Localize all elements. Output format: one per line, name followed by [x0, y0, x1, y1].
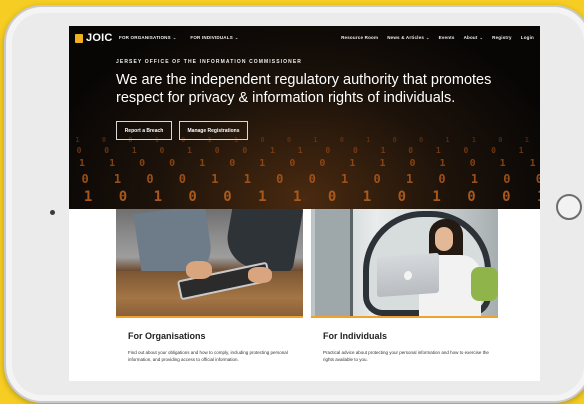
nav-item-for-individuals[interactable]: FOR INDIVIDUALS ⌄	[190, 35, 238, 40]
logo-text: JOIC	[86, 32, 113, 44]
hero-headline: We are the independent regulatory author…	[116, 72, 492, 106]
binary-row: 1 1 0 1 0 0 1 1 0 1 0 1 0 0 1 0 1 0 1	[69, 189, 540, 205]
card-title: For Individuals	[323, 331, 388, 341]
nav-item-about[interactable]: About ⌄	[464, 35, 484, 40]
binary-row: 0 1 1 0 0 1 0 1 0 0 1 1 0 1 0 1 1 0 0 1 …	[69, 158, 540, 169]
top-navigation: JOIC FOR ORGANISATIONS ⌄ FOR INDIVIDUALS ⌄…	[69, 26, 540, 50]
logo-mark-icon	[75, 33, 83, 43]
nav-item-label: FOR INDIVIDUALS	[190, 35, 233, 40]
binary-row: 1 0 0 1 0 1 0 0 1 1 0 0 1 0 1 0 0 1 0 1 …	[69, 146, 540, 155]
nav-item-label: News & Articles	[387, 35, 425, 40]
camera-icon	[50, 210, 55, 215]
nav-item-login[interactable]: Login	[521, 35, 534, 40]
binary-background: 0 1 0 0 1 0 1 1 0 0 1 0 1 0 0 1 1 0 1 0 …	[69, 136, 540, 209]
photo-pillow	[471, 267, 498, 301]
report-breach-button[interactable]: Report a Breach	[116, 121, 172, 140]
card-for-organisations[interactable]: For Organisations Find out about your ob…	[116, 209, 303, 381]
binary-row: 1 0 1 0 0 1 1 0 0 1 0 1 0 1 0 0 1 0 1 1 …	[69, 172, 540, 186]
nav-primary: FOR ORGANISATIONS ⌄ FOR INDIVIDUALS ⌄	[119, 35, 238, 40]
photo-hand	[186, 261, 212, 279]
individuals-photo	[311, 209, 498, 316]
hero-section: 0 1 0 0 1 0 1 1 0 0 1 0 1 0 0 1 1 0 1 0 …	[69, 26, 540, 209]
card-description: Find out about your obligations and how …	[128, 350, 288, 362]
manage-registrations-button[interactable]: Manage Registrations	[179, 121, 248, 140]
card-accent-bar	[116, 316, 303, 318]
organisations-photo	[116, 209, 303, 316]
nav-item-for-organisations[interactable]: FOR ORGANISATIONS ⌄	[119, 35, 176, 40]
website-screen: 0 1 0 0 1 0 1 1 0 0 1 0 1 0 0 1 1 0 1 0 …	[69, 26, 540, 381]
card-for-individuals[interactable]: For Individuals Practical advice about p…	[311, 209, 498, 381]
photo-hand	[248, 267, 272, 283]
nav-item-resource-room[interactable]: Resource Room	[341, 35, 378, 40]
photo-person-face	[435, 227, 453, 251]
apple-logo-icon	[404, 270, 412, 281]
hero-kicker: JERSEY OFFICE OF THE INFORMATION COMMISS…	[116, 59, 302, 65]
nav-secondary: Resource Room News & Articles ⌄ Events Ab…	[341, 35, 534, 40]
card-description: Practical advice about protecting your p…	[323, 350, 489, 362]
photo-window	[315, 209, 353, 316]
nav-item-news-articles[interactable]: News & Articles ⌄	[387, 35, 429, 40]
nav-item-label: FOR ORGANISATIONS	[119, 35, 171, 40]
card-title: For Organisations	[128, 331, 206, 341]
nav-item-registry[interactable]: Registry	[492, 35, 512, 40]
card-accent-bar	[311, 316, 498, 318]
site-logo[interactable]: JOIC	[75, 32, 112, 44]
chevron-down-icon: ⌄	[426, 35, 430, 40]
chevron-down-icon: ⌄	[479, 35, 484, 40]
home-button[interactable]	[556, 194, 582, 220]
chevron-down-icon: ⌄	[172, 35, 177, 40]
chevron-down-icon: ⌄	[234, 35, 239, 40]
nav-item-events[interactable]: Events	[439, 35, 455, 40]
photo-laptop	[377, 252, 439, 298]
nav-item-label: About	[463, 35, 478, 40]
